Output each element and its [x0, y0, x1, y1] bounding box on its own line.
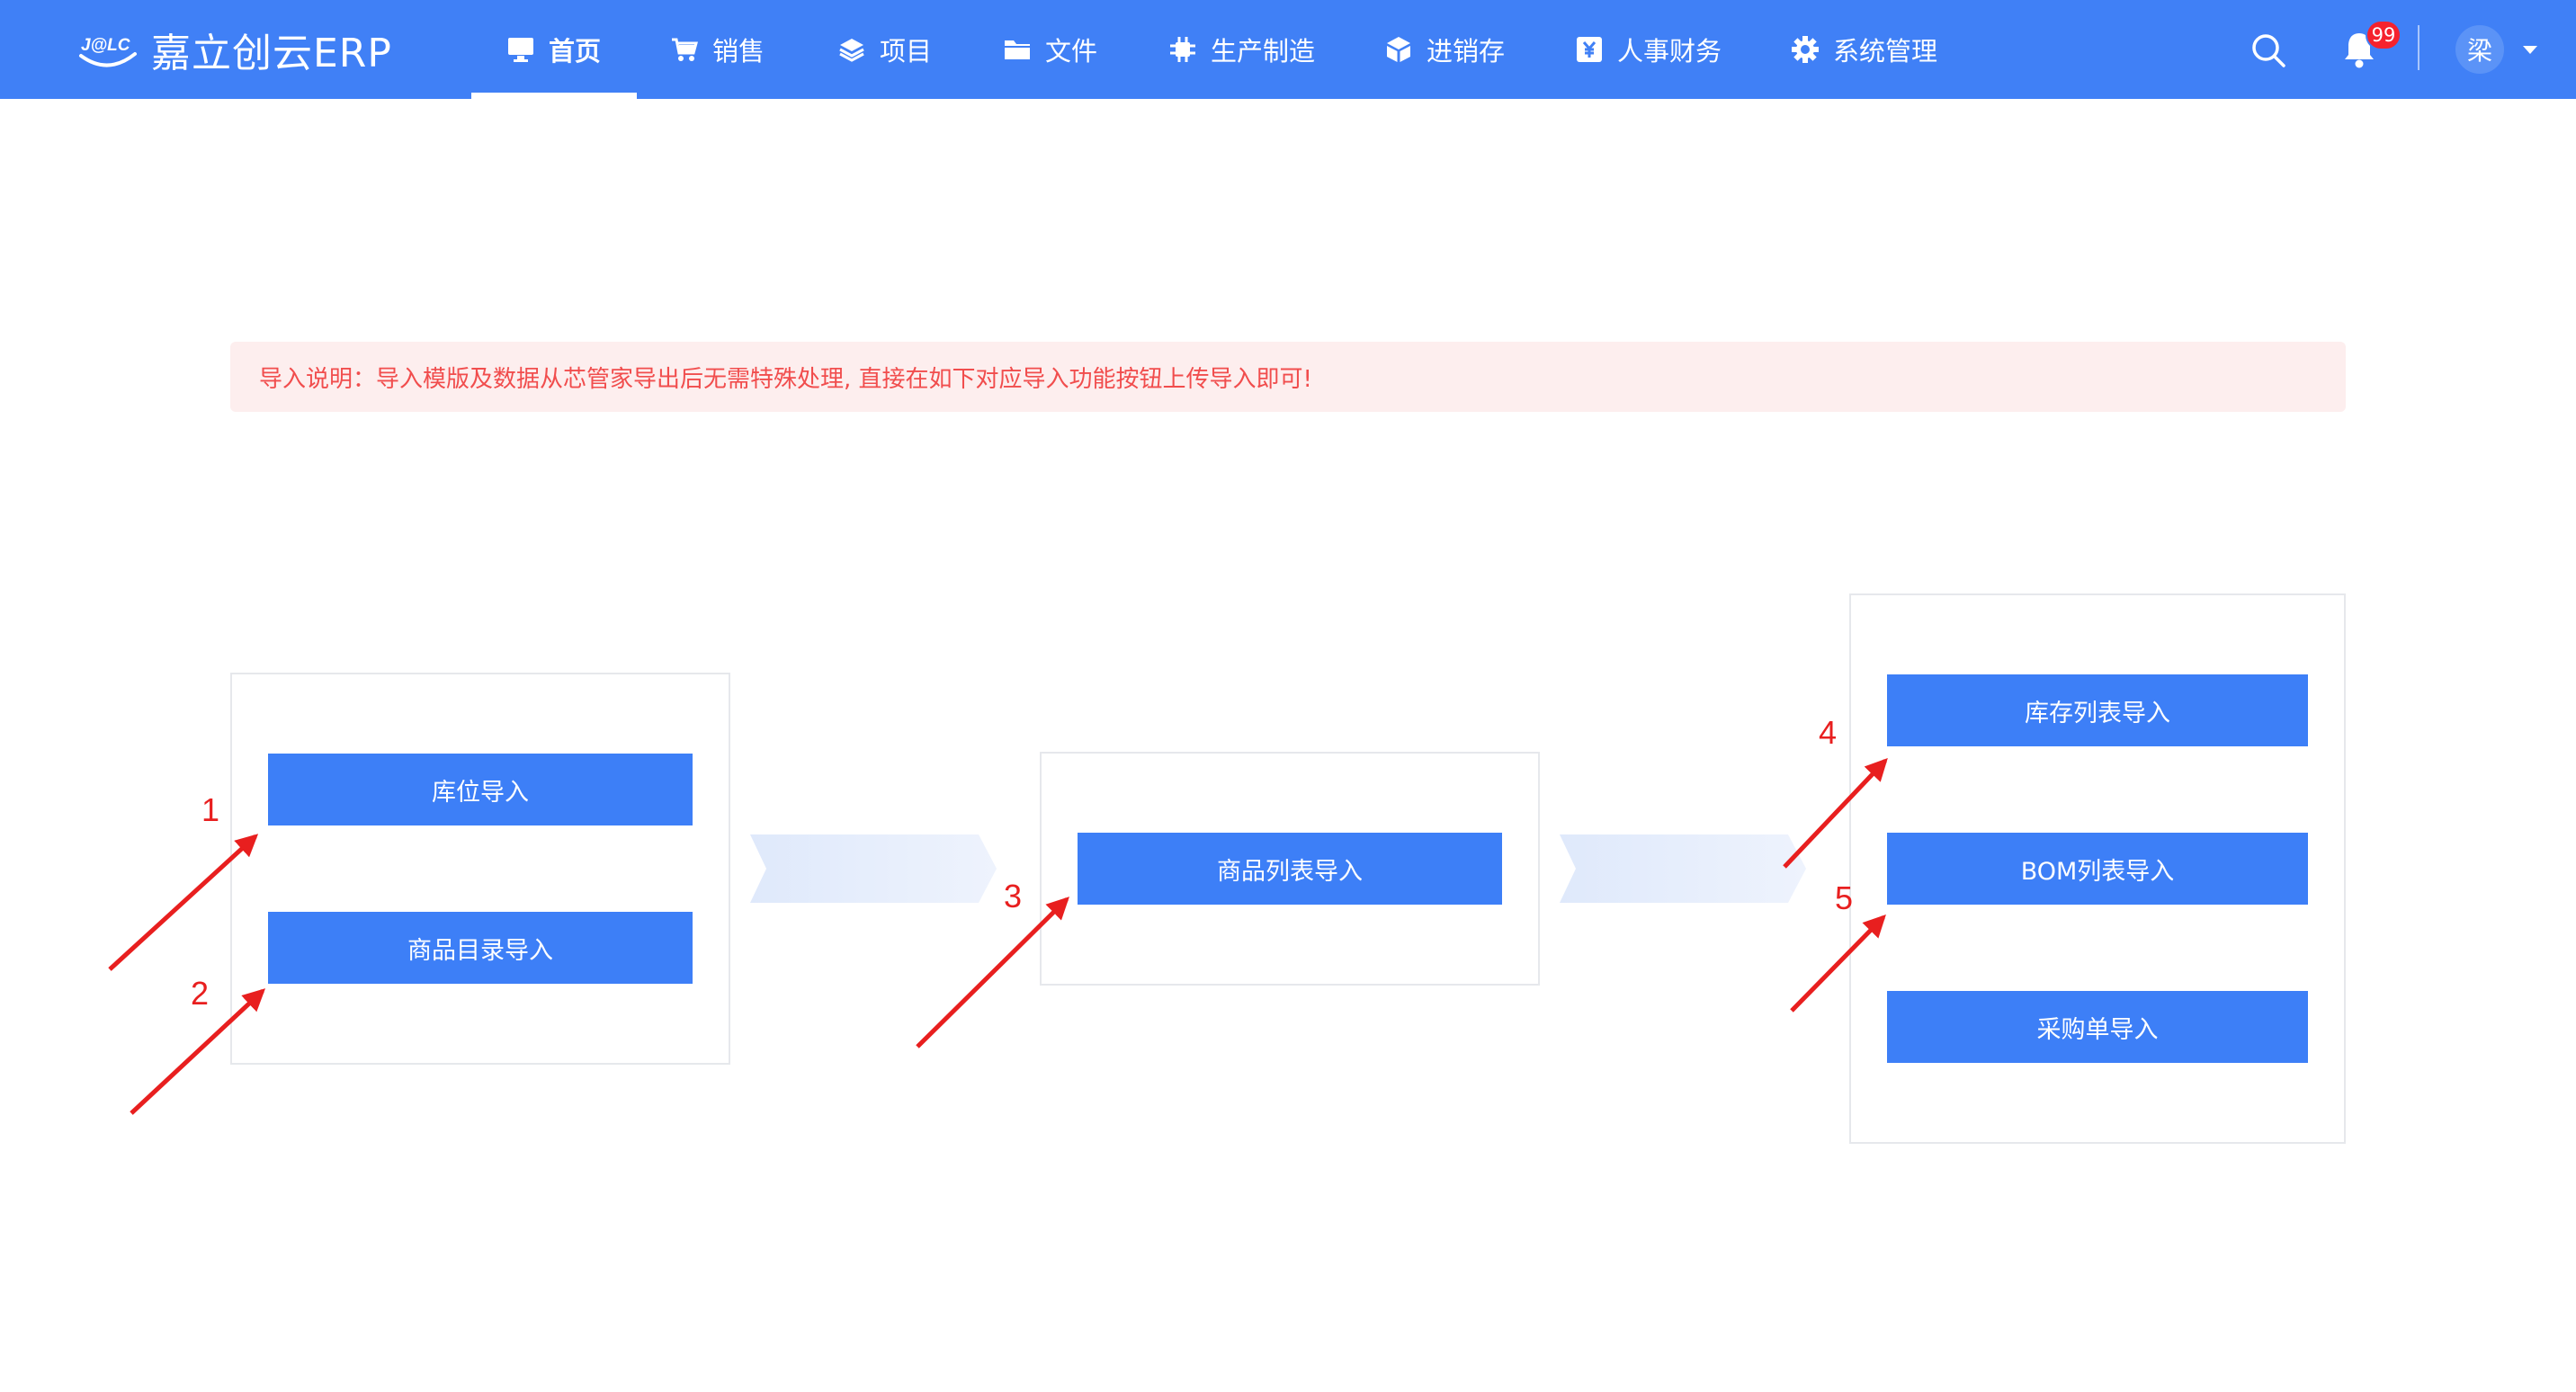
- step-number-5: 5: [1835, 879, 1854, 916]
- annotation-arrow-3: [916, 897, 1069, 1048]
- annotation-arrows: [108, 757, 1888, 1115]
- annotation-arrow-4: [1783, 757, 1888, 869]
- annotation-arrow-5: [1790, 915, 1886, 1013]
- step-number-1: 1: [201, 791, 220, 828]
- annotation-arrow-1: [108, 834, 259, 971]
- step-number-2: 2: [191, 975, 210, 1012]
- step-number-3: 3: [1004, 878, 1023, 915]
- step-number-4: 4: [1819, 714, 1838, 751]
